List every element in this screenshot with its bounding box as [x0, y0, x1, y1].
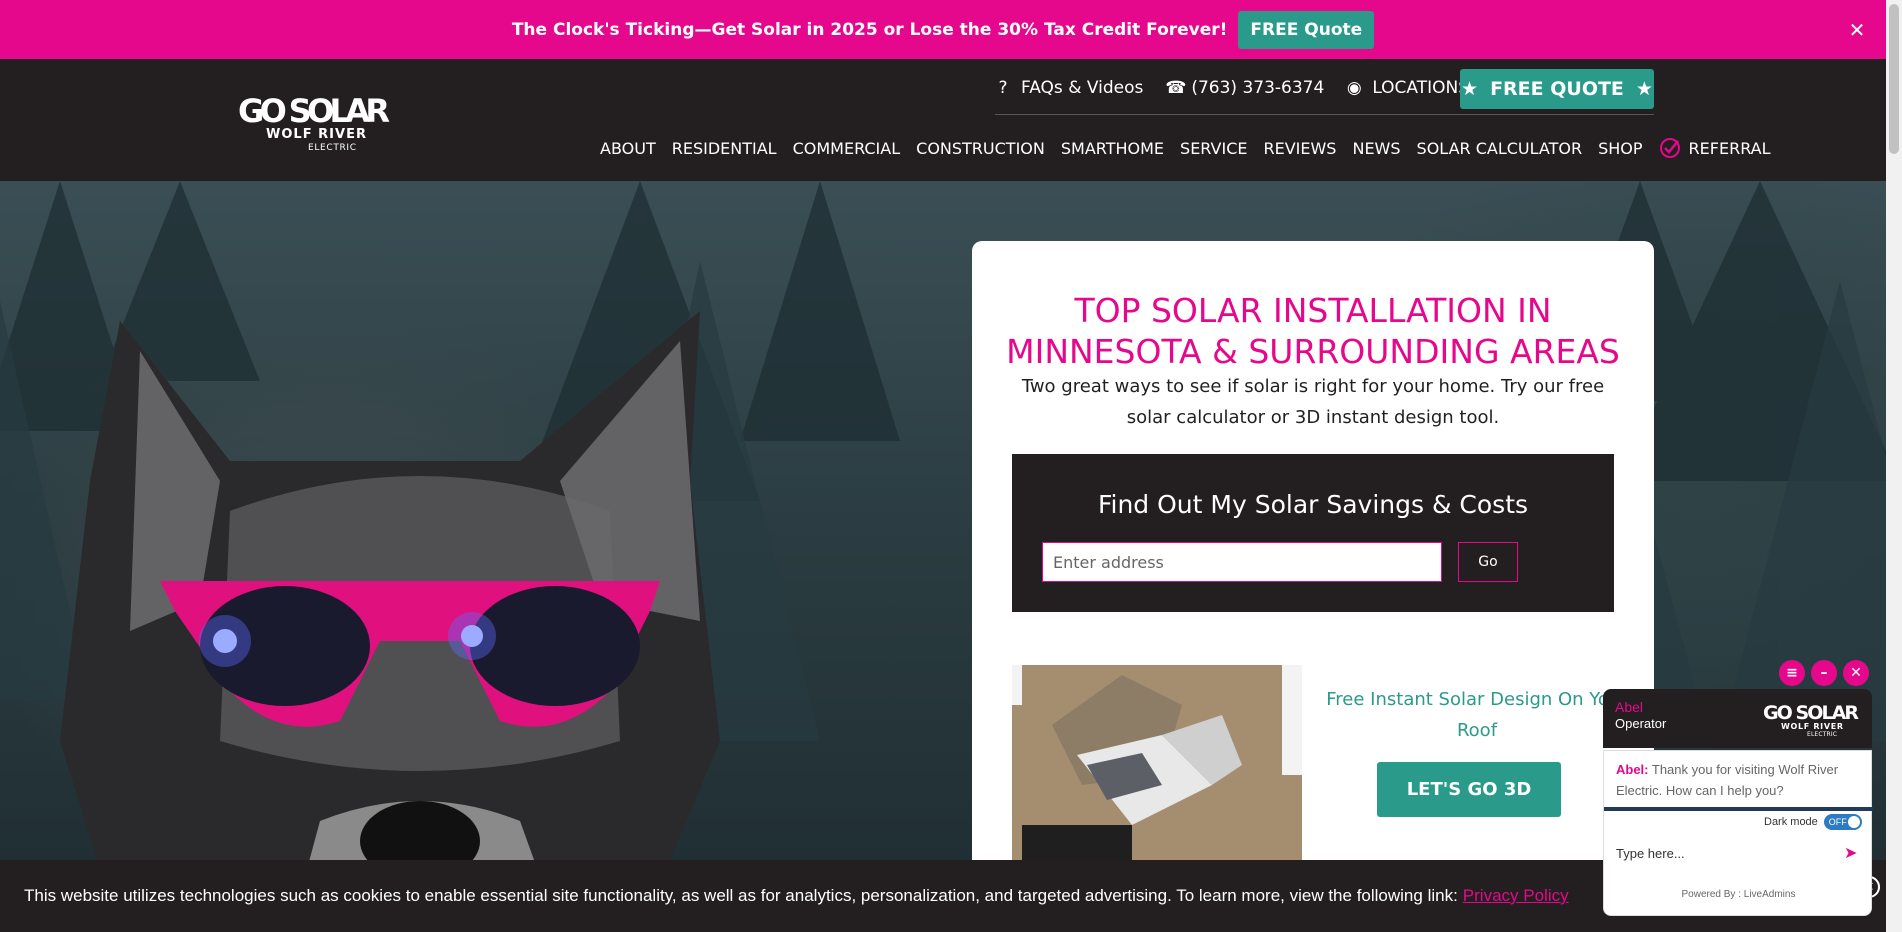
nav-residential[interactable]: RESIDENTIAL — [672, 139, 777, 158]
phone-icon: ☎ — [1165, 78, 1187, 98]
savings-form-title: Find Out My Solar Savings & Costs — [1097, 490, 1529, 519]
send-icon[interactable]: ➤ — [1844, 843, 1857, 862]
nav-about[interactable]: ABOUT — [600, 139, 656, 158]
utility-faqs[interactable]: ? FAQs & Videos — [995, 78, 1143, 98]
location-pin-icon: ◉ — [1346, 78, 1362, 98]
chat-message: Abel: Thank you for visiting Wolf River … — [1616, 759, 1861, 801]
site-header: GO SOLAR WOLF RIVER ELECTRIC ? FAQs & Vi… — [0, 59, 1886, 181]
utility-locations-label: LOCATIONS — [1372, 78, 1470, 98]
promo-free-quote-button[interactable]: FREE Quote — [1238, 10, 1375, 49]
chat-message-sender: Abel: — [1616, 762, 1649, 777]
svg-text:GO SOLAR: GO SOLAR — [1763, 702, 1859, 724]
star-icon: ★ — [1635, 78, 1653, 100]
nav-referral[interactable]: REFERRAL — [1659, 137, 1771, 159]
nav-service[interactable]: SERVICE — [1180, 139, 1247, 158]
promo-text: The Clock's Ticking—Get Solar in 2025 or… — [511, 19, 1228, 40]
dark-mode-row: Dark mode OFF — [1764, 814, 1862, 830]
utility-phone-label: (763) 373-6374 — [1191, 78, 1325, 98]
star-icon: ★ — [1461, 78, 1479, 100]
nav-construction[interactable]: CONSTRUCTION — [916, 139, 1045, 158]
nav-reviews[interactable]: REVIEWS — [1263, 139, 1336, 158]
dark-mode-label: Dark mode — [1764, 816, 1818, 828]
nav-news[interactable]: NEWS — [1352, 139, 1400, 158]
utility-locations[interactable]: ◉ LOCATIONS — [1346, 78, 1469, 98]
design-tool-text: Free Instant Solar Design On Your Roof — [1326, 689, 1628, 741]
nav-commercial[interactable]: COMMERCIAL — [793, 139, 901, 158]
svg-text:WOLF RIVER: WOLF RIVER — [1781, 722, 1843, 731]
svg-text:GO SOLAR: GO SOLAR — [238, 92, 390, 130]
privacy-policy-link[interactable]: Privacy Policy — [1463, 886, 1569, 906]
utility-faqs-label: FAQs & Videos — [1021, 78, 1144, 98]
chat-close-icon[interactable]: ✕ — [1843, 660, 1869, 686]
free-quote-label: FREE QUOTE — [1490, 78, 1624, 100]
free-quote-button[interactable]: ★ FREE QUOTE ★ — [1460, 69, 1654, 109]
question-icon: ? — [998, 78, 1008, 98]
utility-nav: ? FAQs & Videos ☎ (763) 373-6374 ◉ LOCAT… — [995, 67, 1469, 109]
hero-card: TOP SOLAR INSTALLATION IN MINNESOTA & SU… — [972, 241, 1654, 932]
svg-text:ELECTRIC: ELECTRIC — [1807, 731, 1837, 737]
savings-form: Find Out My Solar Savings & Costs Go — [1012, 454, 1614, 612]
nav-referral-label: REFERRAL — [1688, 138, 1771, 158]
chat-logo: GO SOLAR WOLF RIVER ELECTRIC — [1763, 702, 1859, 737]
chat-agent-name: Abel — [1615, 699, 1644, 715]
chat-header: Abel Operator GO SOLAR WOLF RIVER ELECTR… — [1603, 689, 1872, 748]
card-title: TOP SOLAR INSTALLATION IN MINNESOTA & SU… — [972, 290, 1654, 372]
chat-body: Abel: Thank you for visiting Wolf River … — [1603, 750, 1873, 916]
card-subtitle: Two great ways to see if solar is right … — [1021, 376, 1605, 428]
wolf-image — [60, 311, 720, 932]
card-title-line-2: MINNESOTA & SURROUNDING AREAS — [1006, 332, 1620, 371]
chat-powered-by: Powered By : LiveAdmins — [1681, 889, 1796, 900]
divider — [995, 114, 1654, 115]
scrollbar-thumb[interactable] — [1889, 4, 1899, 154]
lets-go-3d-button[interactable]: LET'S GO 3D — [1377, 762, 1561, 817]
chat-message-text: Thank you for visiting Wolf River Electr… — [1616, 762, 1839, 798]
address-input[interactable] — [1042, 542, 1442, 582]
nav-solar-calculator[interactable]: SOLAR CALCULATOR — [1417, 139, 1583, 158]
3d-design-preview-image[interactable] — [1012, 665, 1302, 865]
chat-divider — [1604, 807, 1873, 811]
svg-text:WOLF RIVER: WOLF RIVER — [266, 127, 366, 142]
close-icon[interactable]: ✕ — [1844, 17, 1870, 43]
utility-phone[interactable]: ☎ (763) 373-6374 — [1165, 78, 1324, 98]
go-solar-logo[interactable]: GO SOLAR WOLF RIVER ELECTRIC — [238, 92, 390, 154]
card-title-line-1: TOP SOLAR INSTALLATION IN — [1074, 291, 1552, 330]
nav-shop[interactable]: SHOP — [1598, 139, 1642, 158]
chat-controls: ≡ – ✕ — [1779, 660, 1869, 686]
main-nav: ABOUT RESIDENTIAL COMMERCIAL CONSTRUCTIO… — [600, 135, 1771, 161]
chat-menu-icon[interactable]: ≡ — [1779, 660, 1805, 686]
nav-smarthome[interactable]: SMARTHOME — [1061, 139, 1164, 158]
promo-banner: The Clock's Ticking—Get Solar in 2025 or… — [0, 0, 1886, 59]
check-circle-icon — [1659, 138, 1680, 158]
svg-text:ELECTRIC: ELECTRIC — [308, 143, 356, 153]
chat-minimize-icon[interactable]: – — [1811, 660, 1837, 686]
chat-agent-role: Operator — [1615, 716, 1667, 731]
cookie-text: This website utilizes technologies such … — [24, 886, 1458, 905]
dark-mode-toggle[interactable]: OFF — [1823, 814, 1862, 830]
go-button[interactable]: Go — [1458, 542, 1518, 582]
chat-input[interactable] — [1616, 841, 1836, 865]
page-scrollbar[interactable] — [1886, 0, 1902, 932]
